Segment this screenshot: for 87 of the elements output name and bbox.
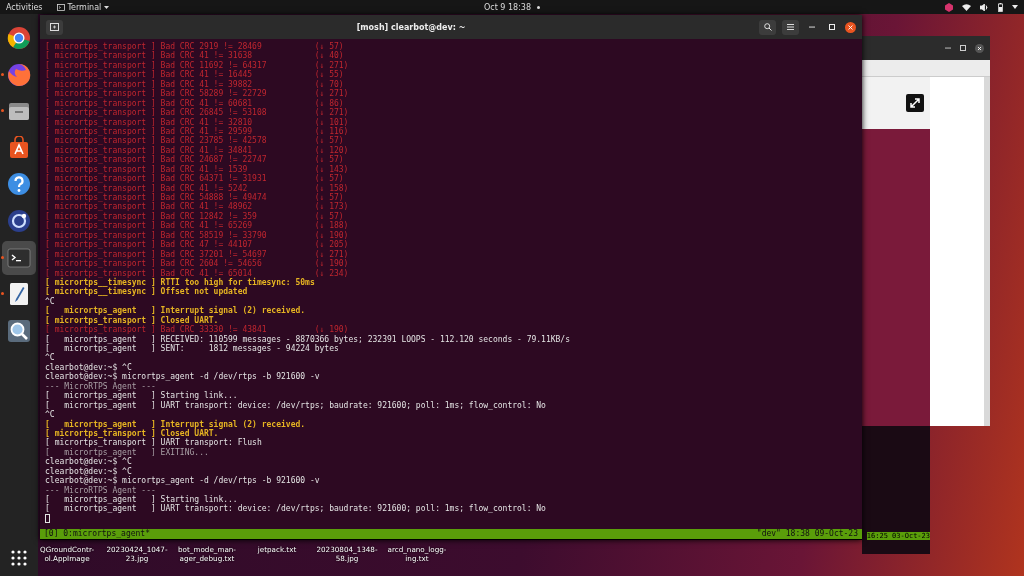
terminal-line: clearbot@dev:~$ ^C [45,362,132,372]
maximize-icon[interactable] [960,45,966,51]
magnifier-icon [7,318,31,343]
scrollbar[interactable] [984,77,990,426]
app-grid-icon [11,550,27,566]
terminal-line: [ micrortps_agent ] Interrupt signal (2) received. [45,306,306,316]
terminal-line: [ micrortps_transport ] Bad CRC 64371 != 31931 (↓ 57) [45,174,344,184]
close-icon[interactable] [975,43,984,53]
battery-icon[interactable] [998,2,1003,12]
terminal-line: [ micrortps_transport ] Bad CRC 41 != 48962 (↓ 173) [45,202,349,212]
caret-icon [104,5,110,9]
terminal-line: [ micrortps_transport ] Bad CRC 2604 != 54656 (↓ 190) [45,259,349,269]
terminal-line: clearbot@dev:~$ ^C [45,457,132,467]
text-cursor [45,513,50,523]
app-icon [7,208,31,233]
terminal-line: [ micrortps_agent ] RECEIVED: 110599 messages - 8870366 bytes; 232391 LOOPS - 112.120 seconds - 79.11KB/s [45,334,570,344]
activities-button[interactable]: Activities [6,2,43,12]
terminal-line: [ micrortps_agent ] EXITING... [45,447,209,457]
shopping-bag-icon [7,135,31,160]
terminal-line: ^C [45,353,55,363]
terminal-line: [ micrortps_agent ] Interrupt signal (2) received. [45,419,306,429]
menu-button[interactable] [782,19,799,35]
help-icon [7,172,31,197]
terminal-line: [ micrortps_transport ] Bad CRC 41 != 1539 (↓ 143) [45,164,349,174]
volume-icon[interactable] [980,3,989,11]
expand-icon[interactable] [906,94,924,112]
terminal-line: [ micrortps_transport ] Bad CRC 12842 != 359 (↓ 57) [45,211,344,221]
terminal-line: [ micrortps_agent ] UART transport: device: /dev/rtps; baudrate: 921600; poll: 1ms; flow_control: No [45,400,546,410]
terminal-line: --- MicroRTPS Agent --- [45,381,156,391]
terminal-line: [ micrortps_transport ] Bad CRC 24687 != 22747 (↓ 57) [45,155,344,165]
terminal-line: [ micrortps_transport ] Bad CRC 41 != 65014 (↓ 234) [45,268,349,278]
terminal-line: [ micrortps_transport ] Bad CRC 41 != 39882 (↓ 70) [45,79,344,89]
terminal-line: [ micrortps__timesync ] RTTI too high for timesync: 50ms [45,277,315,287]
app-indicator-icon[interactable] [945,2,953,12]
terminal-line: [ micrortps_transport ] Bad CRC 54888 != 49474 (↓ 57) [45,193,344,202]
new-tab-icon [50,23,59,31]
terminal-line: [ micrortps_transport ] Bad CRC 41 != 5242 (↓ 158) [45,183,349,193]
terminal-line: clearbot@dev:~$ ^C [45,466,132,476]
maximize-icon [829,24,835,30]
terminal-line: clearbot@dev:~$ micrortps_agent -d /dev/rtps -b 921600 -v [45,476,320,486]
menu-icon [787,24,794,30]
terminal-line: [ micrortps_transport ] Closed UART. [45,428,219,438]
terminal-icon [56,3,65,11]
terminal-line: [ micrortps_transport ] Bad CRC 41 != 34841 (↓ 120) [45,145,349,155]
terminal-line: ^C [45,296,55,306]
new-tab-button[interactable] [46,19,63,35]
terminal-line: [ micrortps_transport ] Bad CRC 41 != 16445 (↓ 55) [45,70,344,80]
terminal-line: [ micrortps_transport ] Bad CRC 47 != 44107 (↓ 205) [45,240,349,250]
terminal-line: [ micrortps_agent ] SENT: 1812 messages - 94224 bytes [45,344,339,353]
terminal-line: [ micrortps_transport ] Bad CRC 58289 != 22729 (↓ 271) [45,89,349,99]
terminal-line: ^C [45,410,55,420]
text-editor-icon [7,282,31,307]
terminal-line: clearbot@dev:~$ micrortps_agent -d /dev/rtps -b 921600 -v [45,372,320,382]
browser-icon [7,26,31,50]
close-icon [848,24,853,30]
terminal-line: [ micrortps_transport ] Bad CRC 41 != 65269 (↓ 188) [45,221,349,231]
terminal-line: [ micrortps_transport ] Closed UART. [45,315,219,325]
terminal-line: [ micrortps_agent ] Starting link... [45,495,238,504]
tmux-window-tab[interactable]: [0] 0:micrortps_agent* [44,529,150,539]
terminal-line: [ micrortps_transport ] Bad CRC 11692 != 64317 (↓ 271) [45,60,349,70]
terminal-line: [ micrortps_transport ] Bad CRC 58519 != 33790 (↓ 190) [45,230,349,240]
close-button[interactable] [845,21,856,33]
terminal-line: [ micrortps_transport ] UART transport: Flush [45,438,262,448]
terminal-line: [ micrortps__timesync ] Offset not updated [45,287,248,297]
terminal-icon [7,245,31,270]
terminal-line: [ micrortps_transport ] Bad CRC 23785 != 42578 (↓ 57) [45,136,344,146]
terminal-line: [ micrortps_transport ] Bad CRC 41 != 31638 (↓ 40) [45,51,344,61]
terminal-line: [ micrortps_transport ] Bad CRC 26845 != 53108 (↓ 271) [45,108,349,118]
terminal-line: [ micrortps_transport ] Bad CRC 41 != 32810 (↓ 101) [45,117,349,127]
notification-dot-icon [537,5,541,9]
window-title: [mosh] clearbot@dev: ~ [355,22,467,32]
terminal-line: [ micrortps_transport ] Bad CRC 2919 != 28469 (↓ 57) [45,42,344,51]
wifi-icon[interactable] [962,3,971,11]
dropdown-caret-icon[interactable] [1012,5,1018,9]
terminal-line: [ micrortps_transport ] Bad CRC 41 != 29599 (↓ 116) [45,126,349,136]
terminal-line: [ micrortps_transport ] Bad CRC 41 != 60681 (↓ 86) [45,98,344,108]
terminal-line: [ micrortps_transport ] Bad CRC 37201 != 54697 (↓ 271) [45,249,349,259]
terminal-line: --- MicroRTPS Agent --- [45,485,156,495]
terminal-line: [ micrortps_transport ] Bad CRC 33330 != 43841 (↓ 190) [45,325,349,335]
search-button[interactable] [759,19,776,35]
terminal-line: [ micrortps_agent ] Starting link... [45,391,238,401]
search-icon [763,23,772,31]
tmux-status: "dev" 18:38 09-Oct-23 [756,529,858,539]
clock[interactable]: Oct 9 18:38 [483,2,532,12]
app-menu[interactable]: Terminal [56,2,110,12]
browser-icon [7,62,31,87]
terminal-line: [ micrortps_agent ] UART transport: device: /dev/rtps; baudrate: 921600; poll: 1ms; flow_control: No [45,504,546,514]
